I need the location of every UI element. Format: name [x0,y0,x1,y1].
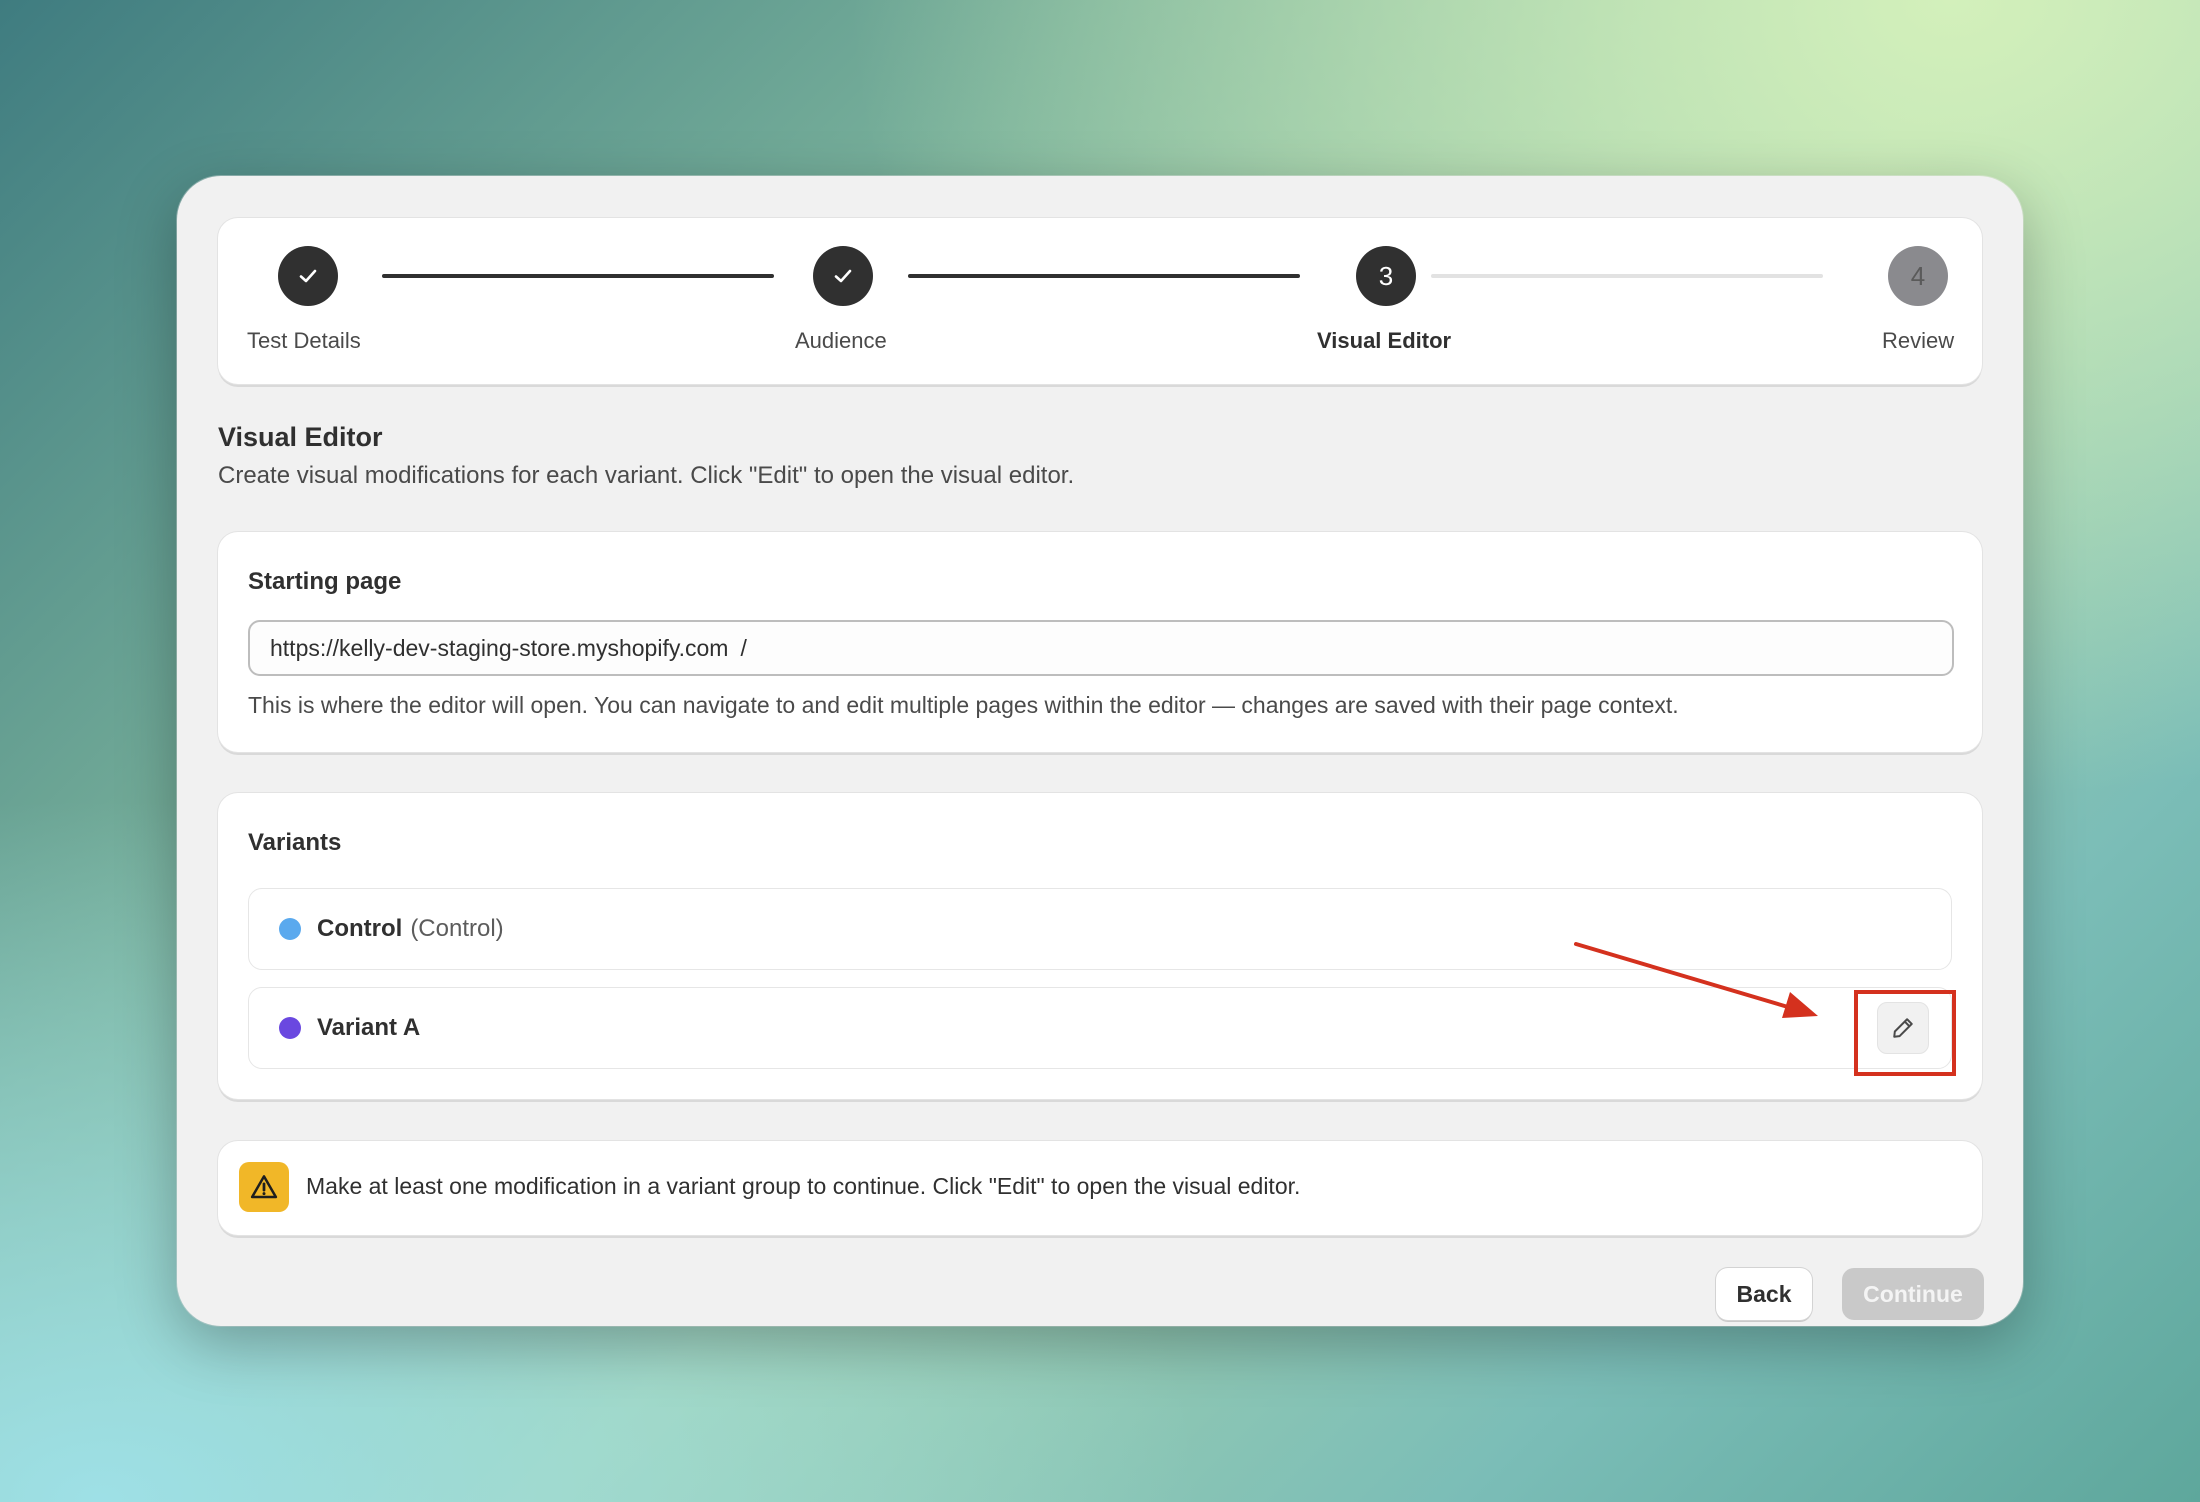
variant-color-dot [279,1017,301,1039]
variant-name: Variant A [317,1014,421,1041]
check-icon [299,269,317,283]
variants-card: Variants Control (Control) Variant A [218,793,1982,1099]
step-4-number[interactable]: 4 [1888,246,1948,306]
starting-page-card: Starting page https://kelly-dev-staging-… [218,532,1982,752]
check-icon [834,269,852,283]
variant-name: Control [317,915,403,942]
continue-button[interactable]: Continue [1842,1268,1984,1320]
starting-page-heading: Starting page [248,568,402,595]
step-1-label[interactable]: Test Details [247,328,361,354]
variant-control-tag: (Control) [410,915,504,942]
step-connector-1 [382,274,774,278]
warning-text: Make at least one modification in a vari… [306,1173,1301,1199]
variant-row-variant-a[interactable]: Variant A [248,987,1952,1069]
stepper: Test Details Audience 3 Visual Editor 4 … [218,218,1982,384]
step-2-complete-icon[interactable] [813,246,873,306]
wizard-window: Test Details Audience 3 Visual Editor 4 … [177,176,2023,1326]
back-button[interactable]: Back [1716,1268,1812,1320]
step-3-number[interactable]: 3 [1356,246,1416,306]
step-connector-2 [908,274,1300,278]
step-3-label[interactable]: Visual Editor [1317,328,1451,354]
variant-color-dot [279,918,301,940]
url-domain: https://kelly-dev-staging-store.myshopif… [270,634,729,661]
annotation-highlight-box [1854,990,1956,1076]
step-1-complete-icon[interactable] [278,246,338,306]
url-path[interactable]: / [740,635,746,662]
starting-page-helper-text: This is where the editor will open. You … [248,692,1679,718]
page-title: Visual Editor [218,422,383,452]
warning-triangle-icon [239,1162,289,1212]
variant-row-control[interactable]: Control (Control) [248,888,1952,970]
warning-banner: Make at least one modification in a vari… [218,1141,1982,1235]
starting-page-url-field[interactable]: https://kelly-dev-staging-store.myshopif… [248,620,1954,676]
variants-heading: Variants [248,829,342,856]
step-4-label[interactable]: Review [1882,328,1954,354]
step-connector-3 [1431,274,1823,278]
step-2-label[interactable]: Audience [795,328,887,354]
page-description: Create visual modifications for each var… [218,462,1075,489]
